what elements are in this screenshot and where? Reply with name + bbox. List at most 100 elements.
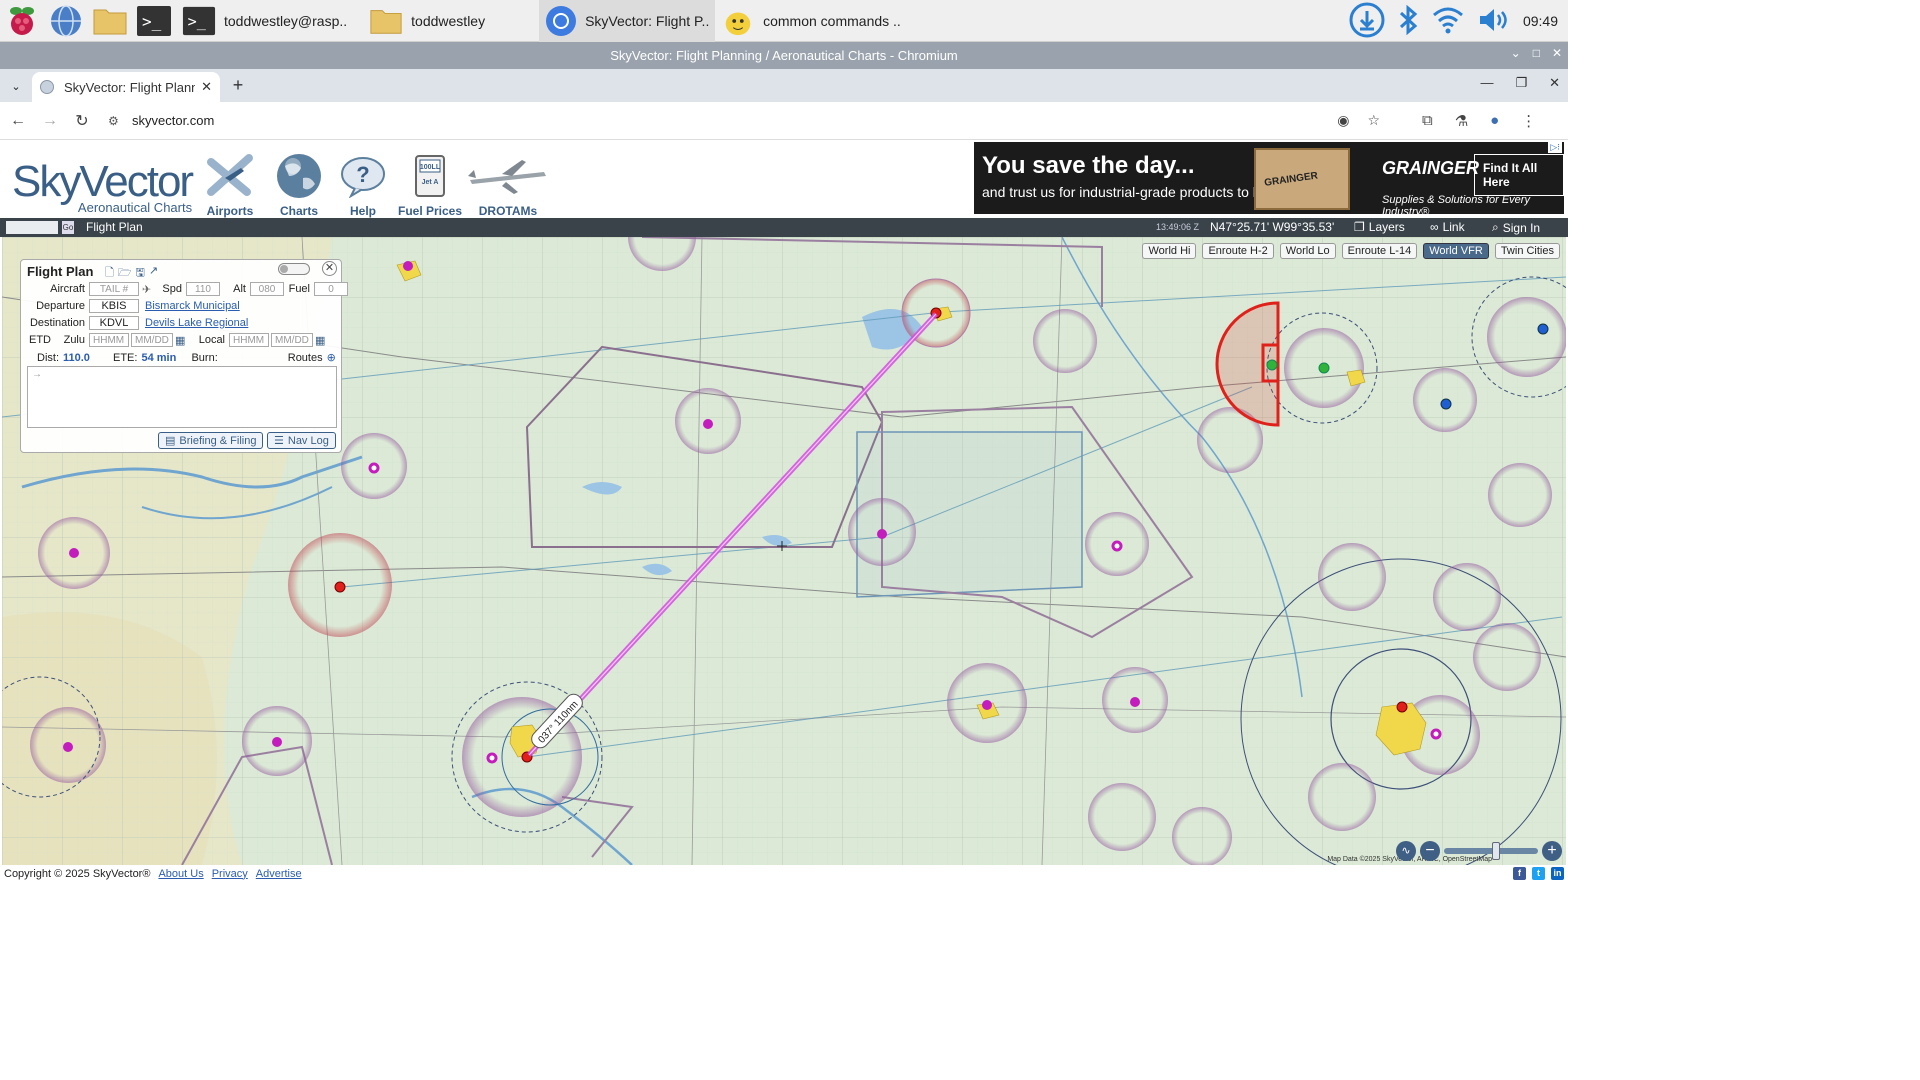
airport-marker[interactable] [69,548,79,558]
address-bar[interactable]: ⚙ skyvector.com ◉ ☆ [102,106,1392,135]
close-panel-icon[interactable]: ✕ [322,261,337,276]
window-maximize-icon[interactable]: □ [1533,46,1540,60]
airport-marker[interactable] [703,419,713,429]
ad-cta-button[interactable]: Find It All Here [1474,154,1564,196]
download-icon[interactable] [1349,2,1385,41]
extensions-icon[interactable]: ⧉ [1422,112,1433,130]
local-time-input[interactable]: HHMM [229,333,269,347]
browser-menu-icon[interactable]: ⋮ [1521,112,1536,130]
grainger-ad-banner[interactable]: You save the day... and trust us for ind… [974,142,1564,214]
browser-restore-icon[interactable]: ❐ [1515,75,1527,91]
share-plan-icon[interactable]: ↗ [149,264,158,283]
zulu-date-input[interactable]: MM/DD [131,333,173,347]
airport-marker[interactable] [1266,359,1278,371]
airport-marker[interactable] [334,581,346,593]
layer-button-twin-cities[interactable]: Twin Cities [1494,243,1560,259]
window-minimize-icon[interactable]: ⌄ [1511,46,1521,60]
web-browser-launcher-icon[interactable] [48,3,84,39]
airport-marker[interactable] [272,737,282,747]
go-button[interactable]: Go [62,221,74,234]
airport-marker[interactable] [368,462,380,474]
layers-button[interactable]: ❐ Layers [1354,220,1405,234]
wifi-icon[interactable] [1431,5,1465,38]
taskbar-task-folder[interactable]: toddwestley [363,0,495,42]
destination-input[interactable]: KDVL [89,316,139,330]
nav-airports[interactable]: Airports [203,152,257,218]
airport-marker[interactable] [486,752,498,764]
taskbar-task-text-editor[interactable]: common commands .. [715,0,911,42]
layer-button-enroute-h2[interactable]: Enroute H-2 [1202,243,1274,259]
bookmark-star-icon[interactable]: ☆ [1367,112,1380,129]
airport-marker[interactable] [63,742,73,752]
airport-marker[interactable] [1440,398,1452,410]
new-plan-icon[interactable]: 🗋 [105,264,114,283]
airport-marker[interactable] [877,529,887,539]
profile-avatar-icon[interactable]: ● [1490,112,1499,130]
footer-link-privacy[interactable]: Privacy [212,868,248,880]
facebook-icon[interactable]: f [1513,867,1526,880]
flight-plan-toggle[interactable]: Flight Plan [86,220,143,234]
airport-marker[interactable] [1111,540,1123,552]
save-plan-icon[interactable]: 🖫 [136,264,145,283]
zulu-time-input[interactable]: HHMM [89,333,129,347]
open-plan-icon[interactable]: 🗁 [118,264,132,283]
airport-marker[interactable] [982,700,992,710]
departure-input[interactable]: KBIS [89,299,139,313]
briefing-filing-button[interactable]: ▤ Briefing & Filing [158,432,264,449]
destination-airport-link[interactable]: Devils Lake Regional [145,317,248,329]
taskbar-task-terminal[interactable]: >_ toddwestley@rasp.. [176,0,357,42]
taskbar-task-chromium[interactable]: SkyVector: Flight P.. [539,0,716,42]
airport-marker[interactable] [403,261,413,271]
skyvector-logo[interactable]: SkyVector Aeronautical Charts [12,160,194,216]
site-info-icon[interactable]: ⚙ [108,114,124,128]
clock[interactable]: 09:49 [1523,13,1558,29]
zoom-in-icon[interactable]: + [1542,841,1562,861]
fuel-input[interactable]: 0 [314,282,348,296]
footer-link-about[interactable]: About Us [158,868,203,880]
raspberry-menu-icon[interactable] [4,3,40,39]
layer-button-world-vfr[interactable]: World VFR [1423,243,1489,259]
back-arrow-icon[interactable]: ← [4,112,32,130]
bluetooth-icon[interactable] [1397,4,1419,39]
zoom-out-icon[interactable]: − [1420,841,1440,861]
zoom-slider[interactable] [1444,842,1538,860]
measure-icon[interactable]: ∿ [1396,841,1416,861]
window-close-icon[interactable]: ✕ [1552,46,1562,60]
zoom-slider-thumb[interactable] [1492,842,1500,860]
calendar-icon[interactable]: ▦ [175,334,189,347]
route-textarea[interactable]: → [27,366,337,428]
close-tab-icon[interactable]: ✕ [201,79,212,95]
volume-icon[interactable] [1477,5,1511,38]
nav-fuel-prices[interactable]: 100LL Jet A Fuel Prices [398,152,462,218]
tab-search-chevron-icon[interactable]: ⌄ [4,74,28,98]
link-button[interactable]: ∞ Link [1430,220,1465,234]
layer-button-world-lo[interactable]: World Lo [1279,243,1336,259]
browser-minimize-icon[interactable]: — [1480,75,1493,91]
reload-icon[interactable]: ↻ [68,111,96,131]
terminal-launcher-icon[interactable]: >_ [136,3,172,39]
labs-flask-icon[interactable]: ⚗ [1455,112,1468,130]
browser-close-icon[interactable]: ✕ [1549,75,1560,91]
adchoices-icon[interactable]: ▷⁝ [1548,142,1562,153]
altitude-input[interactable]: 080 [250,282,284,296]
airport-marker[interactable] [1396,701,1408,713]
local-date-input[interactable]: MM/DD [271,333,313,347]
aircraft-plane-icon[interactable]: ✈ [142,283,158,296]
speed-input[interactable]: 110 [186,282,220,296]
routes-label[interactable]: Routes [288,352,323,364]
airport-marker[interactable] [1318,362,1330,374]
sign-in-button[interactable]: ⌕ Sign In [1492,220,1540,235]
layer-button-enroute-l14[interactable]: Enroute L-14 [1341,243,1418,259]
nav-help[interactable]: ? Help [336,152,390,218]
footer-link-advertise[interactable]: Advertise [256,868,302,880]
file-manager-launcher-icon[interactable] [92,3,128,39]
new-tab-icon[interactable]: + [228,75,248,95]
airport-marker[interactable] [1130,697,1140,707]
departure-airport-link[interactable]: Bismarck Municipal [145,300,240,312]
forward-arrow-icon[interactable]: → [36,112,64,130]
browser-tab-skyvector[interactable]: SkyVector: Flight Planning / Aeronautica… [32,72,220,102]
aircraft-tail-input[interactable]: TAIL # [89,282,139,296]
airport-marker[interactable] [1430,728,1442,740]
linkedin-icon[interactable]: in [1551,867,1564,880]
layer-button-world-hi[interactable]: World Hi [1142,243,1197,259]
